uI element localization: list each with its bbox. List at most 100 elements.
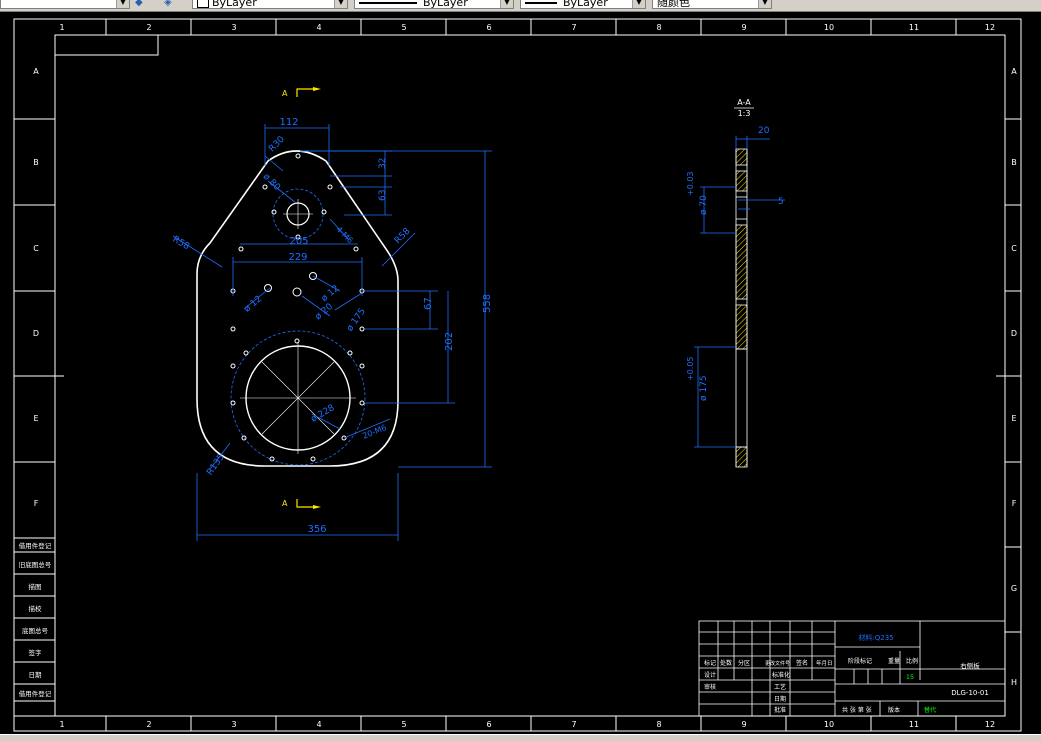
row-label: B xyxy=(1011,158,1017,167)
corner-box xyxy=(54,34,159,56)
tb-part-name: 右侧板 xyxy=(960,661,980,670)
layer-previous-icon[interactable]: ◈ xyxy=(164,0,176,8)
side-table-row: 签字 xyxy=(29,648,43,657)
side-table-row: 旧底图总号 xyxy=(19,560,52,569)
col-label: 4 xyxy=(316,23,321,32)
chevron-down-icon: ▼ xyxy=(758,0,771,8)
col-label: 3 xyxy=(231,720,236,729)
linetype-preview-icon xyxy=(359,2,417,4)
dim-d228: ø 228 xyxy=(309,403,336,425)
zone-rows xyxy=(14,118,1021,633)
lineweight-control-dropdown[interactable]: ByLayer ▼ xyxy=(520,0,646,9)
col-label: 6 xyxy=(486,23,491,32)
tb-weight-label: 重量 xyxy=(888,657,900,665)
section-view: A-A 1:3 20 +0.03 ø 70 5 +0.05 ø 175 xyxy=(686,98,785,468)
dim-d12-right: ø 12 xyxy=(320,284,342,304)
dim-r58-right: R58 xyxy=(393,226,413,246)
dim-202: 202 xyxy=(444,332,455,351)
dim-32: 32 xyxy=(378,158,388,169)
col-label: 12 xyxy=(985,720,995,729)
row-label: A xyxy=(33,67,39,76)
col-label: 5 xyxy=(401,720,406,729)
tb-sub-date: 日期 xyxy=(774,695,786,703)
section-title: A-A xyxy=(737,98,751,107)
tb-row-approve: 批准 xyxy=(774,706,786,714)
section-tol-bottom: +0.05 xyxy=(686,356,695,381)
col-label: 10 xyxy=(824,23,834,32)
row-label: H xyxy=(1011,678,1017,687)
col-label: 2 xyxy=(146,23,151,32)
tb-version-value: 替代 xyxy=(924,706,936,714)
tb-version-label: 版本 xyxy=(888,706,900,714)
col-label: 7 xyxy=(571,23,576,32)
section-scale: 1:3 xyxy=(738,109,751,118)
drawing-frame xyxy=(13,18,1022,732)
color-control-dropdown[interactable]: ▼ xyxy=(0,0,130,9)
col-label: 11 xyxy=(909,23,919,32)
section-hatch-low xyxy=(735,304,748,350)
dim-r30: R30 xyxy=(267,134,287,154)
outer-border xyxy=(13,18,1022,732)
row-label: E xyxy=(1011,414,1016,423)
col-label: 1 xyxy=(59,720,64,729)
lineweight-preview-icon xyxy=(525,2,557,4)
col-label: 9 xyxy=(741,23,746,32)
tb-row-review: 审核 xyxy=(704,683,716,691)
layer-state-icon[interactable]: ◆ xyxy=(135,0,147,8)
linetype-control-dropdown[interactable]: ByLayer ▼ xyxy=(354,0,514,9)
tb-sub-standard: 标准化 xyxy=(772,671,790,679)
front-view xyxy=(196,150,399,467)
section-arrow-bottom-icon xyxy=(296,499,313,508)
row-label: E xyxy=(33,414,38,423)
section-mark-bottom: A xyxy=(282,499,288,508)
plotstyle-control-dropdown[interactable]: 随颜色 ▼ xyxy=(652,0,772,9)
linetype-value: ByLayer xyxy=(423,0,468,9)
section-hatch-bottom xyxy=(735,446,748,468)
col-label: 8 xyxy=(656,23,661,32)
tb-header-mark: 标记 xyxy=(704,659,716,667)
side-table-row: 日期 xyxy=(29,671,43,679)
drawing-canvas[interactable]: 1 2 3 4 5 6 7 8 9 10 11 12 1 2 3 4 5 6 7… xyxy=(0,11,1041,734)
zone-column-labels: 1 2 3 4 5 6 7 8 9 10 11 12 1 2 3 4 5 6 7… xyxy=(59,23,995,729)
tb-material: 材料:Q235 xyxy=(858,633,893,642)
dim-356: 356 xyxy=(307,524,326,535)
chevron-down-icon: ▼ xyxy=(500,0,513,8)
col-label: 11 xyxy=(909,720,919,729)
side-table-labels: 借用件登记 旧底图总号 描图 描校 底图总号 签字 日期 借用件登记 xyxy=(19,541,52,698)
dim-d20: ø 20 xyxy=(313,302,335,323)
section-d70: ø 70 xyxy=(699,195,709,215)
row-label: F xyxy=(1012,499,1017,508)
tb-drawing-no: DLG-10-01 xyxy=(951,689,989,697)
dim-112: 112 xyxy=(279,117,298,128)
col-label: 3 xyxy=(231,23,236,32)
title-block-text: 材料:Q235 右侧板 DLG-10-01 15 标记 处数 分区 更改文件号 … xyxy=(704,633,989,714)
row-label: G xyxy=(1011,584,1017,593)
lineweight-value: ByLayer xyxy=(563,0,608,9)
section-hatch-upper xyxy=(735,170,748,192)
row-label: C xyxy=(33,244,39,253)
tb-header-sign: 签名 xyxy=(796,659,808,667)
section-markers: A A xyxy=(282,87,321,509)
dim-r135: R135 xyxy=(205,452,227,477)
dim-63: 63 xyxy=(378,190,388,201)
tb-header-change: 更改文件号 xyxy=(765,660,790,667)
row-label: D xyxy=(1011,329,1017,338)
section-hatch-top xyxy=(735,148,748,166)
plotstyle-value: 随颜色 xyxy=(657,0,690,9)
dim-229: 229 xyxy=(288,252,307,263)
tb-row-craft: 工艺 xyxy=(774,683,786,691)
section-arrow-top-icon xyxy=(296,88,313,97)
chevron-down-icon: ▼ xyxy=(632,0,645,8)
zone-columns xyxy=(105,19,957,731)
layer-control-dropdown[interactable]: ByLayer ▼ xyxy=(192,0,348,9)
tb-stage-label: 阶段标记 xyxy=(848,657,872,665)
dim-558: 558 xyxy=(482,294,493,313)
row-label: B xyxy=(33,158,39,167)
row-label: C xyxy=(1011,244,1017,253)
side-table-row: 描图 xyxy=(29,582,42,591)
plate-outline xyxy=(196,150,399,467)
col-label: 6 xyxy=(486,720,491,729)
col-label: 4 xyxy=(316,720,321,729)
row-label: F xyxy=(34,499,39,508)
col-label: 9 xyxy=(741,720,746,729)
